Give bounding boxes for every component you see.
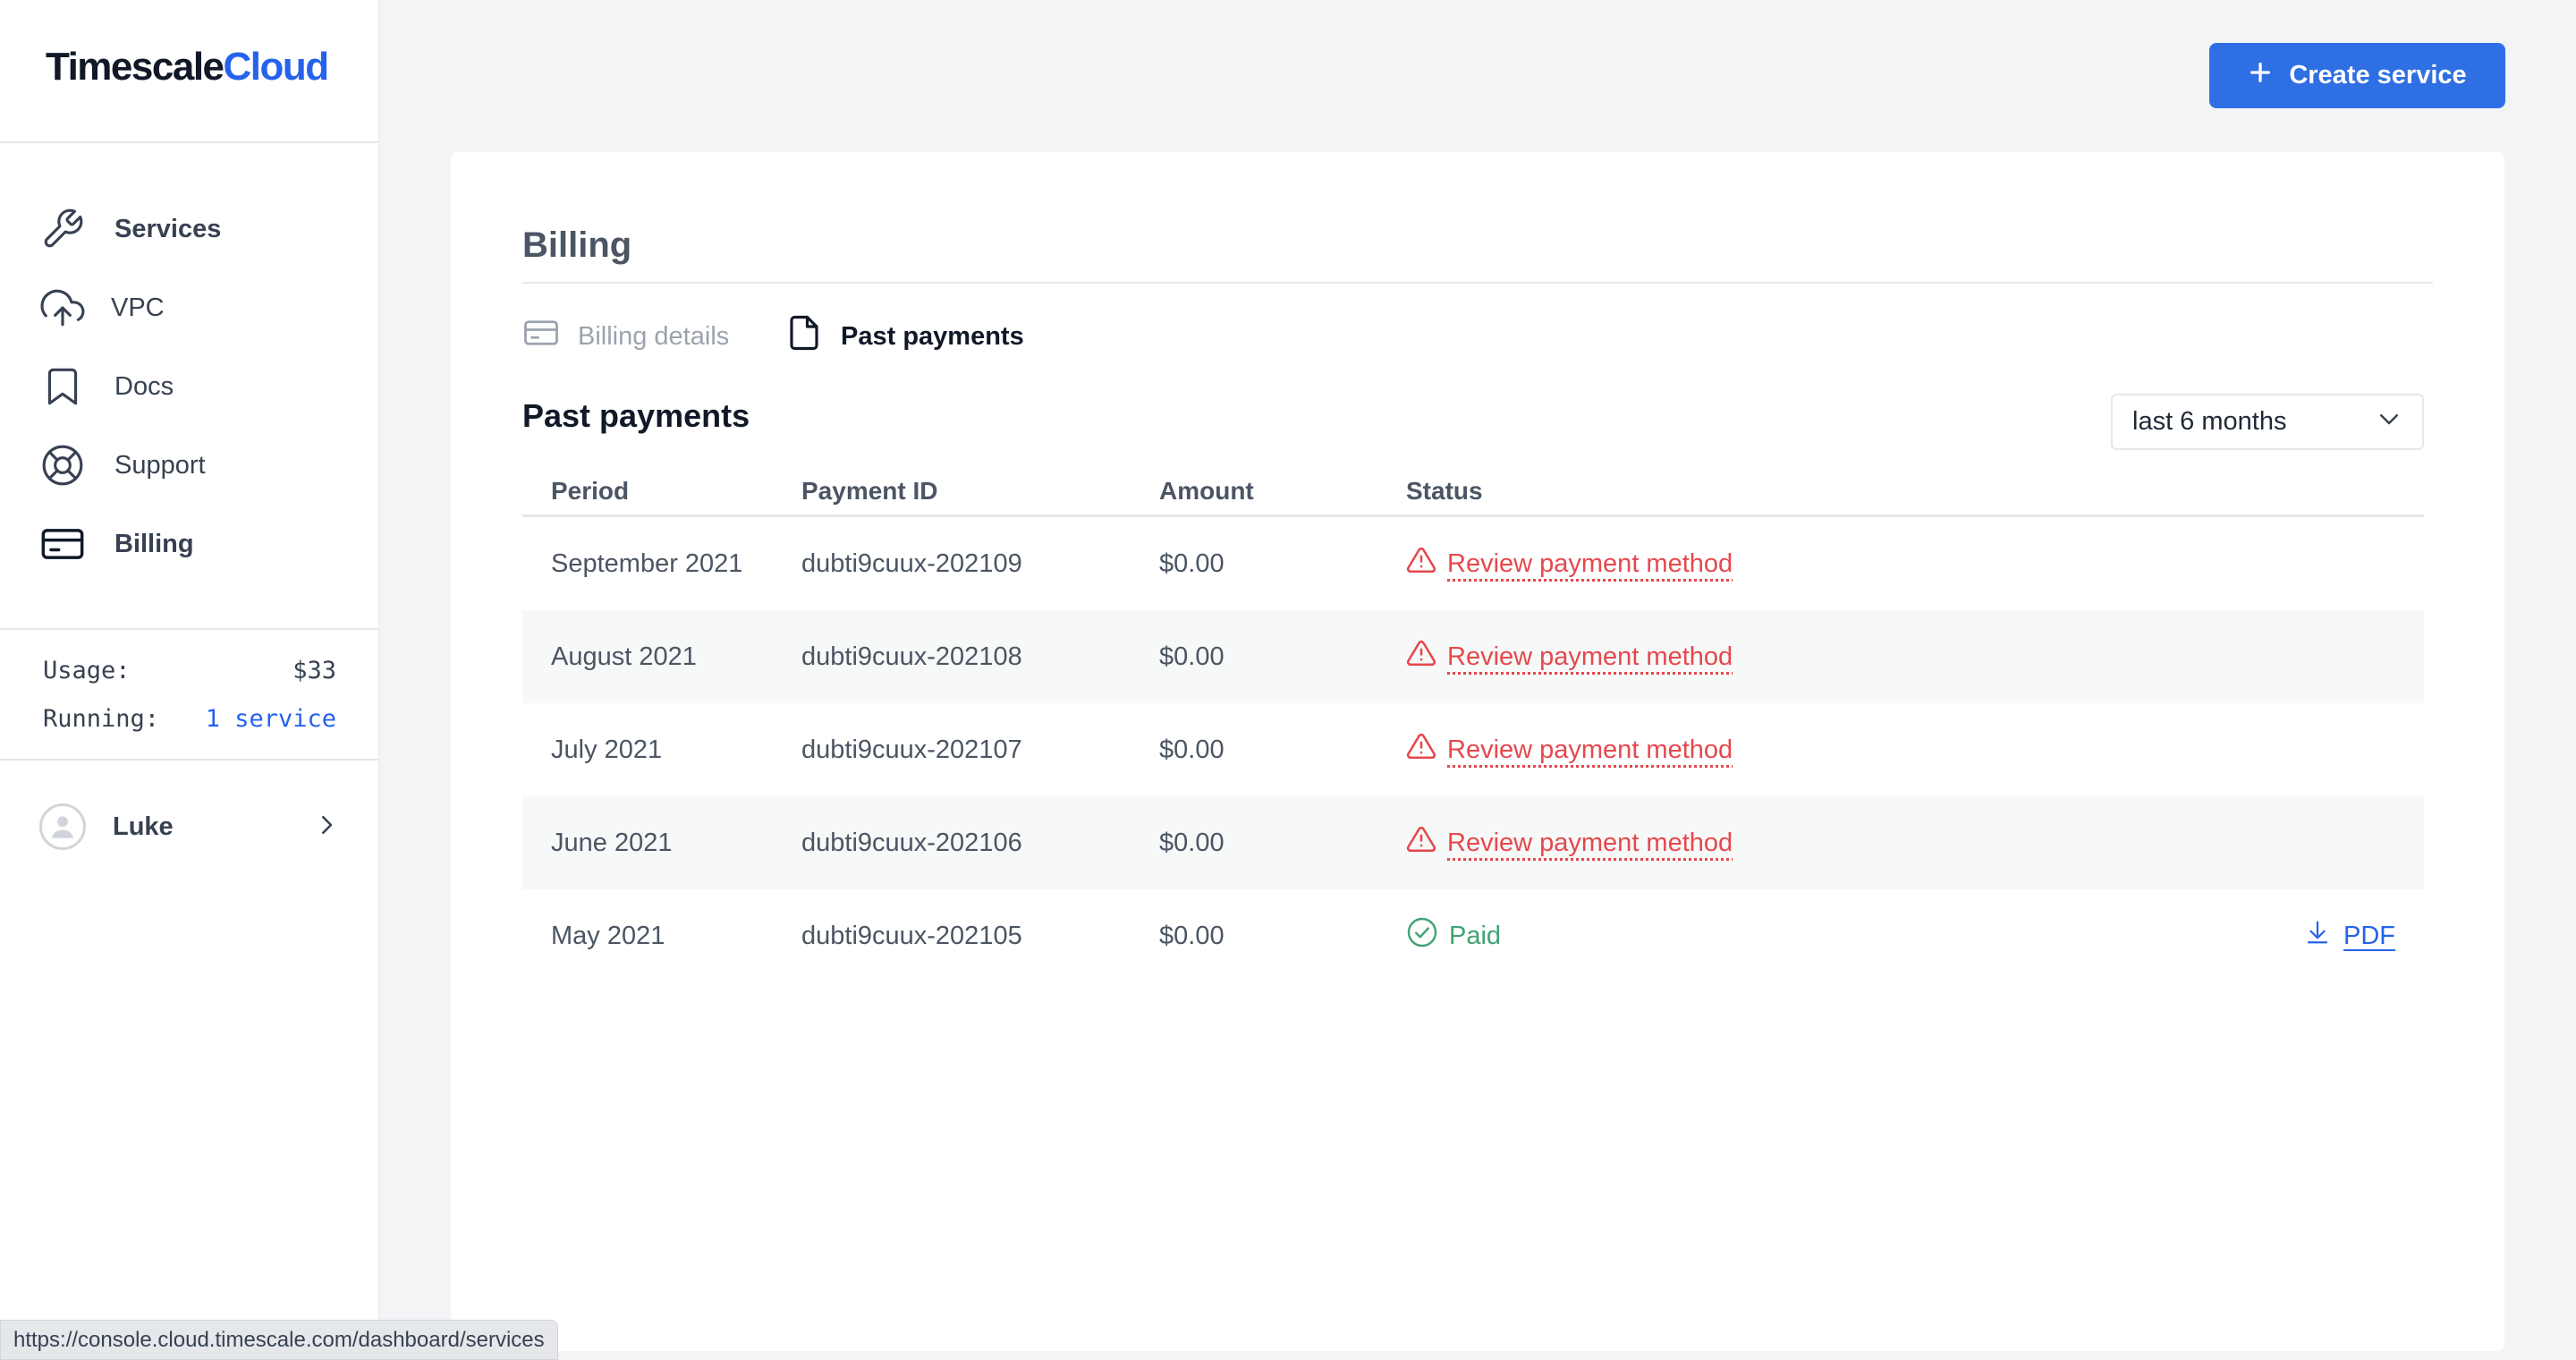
sidebar-item-support[interactable]: Support xyxy=(39,437,343,494)
table-row: September 2021 dubti9cuux-202109 $0.00 R… xyxy=(522,517,2424,610)
table-row: May 2021 dubti9cuux-202105 $0.00 Paid PD… xyxy=(522,889,2424,982)
sidebar: TimescaleCloud Services VPC Docs Support… xyxy=(0,0,379,1360)
cell-period: August 2021 xyxy=(551,642,697,671)
credit-card-icon xyxy=(39,521,86,567)
cell-amount: $0.00 xyxy=(1159,548,1224,578)
status-paid-label: Paid xyxy=(1449,921,1502,950)
cell-amount: $0.00 xyxy=(1159,921,1224,950)
document-icon xyxy=(785,314,823,359)
cell-payment-id: dubti9cuux-202109 xyxy=(801,548,1022,578)
timescale-cloud-logo[interactable]: TimescaleCloud xyxy=(46,45,330,89)
cell-status: Review payment method xyxy=(1406,638,2424,676)
table-row: June 2021 dubti9cuux-202106 $0.00 Review… xyxy=(522,796,2424,889)
download-pdf-link[interactable]: PDF xyxy=(2304,917,2395,955)
create-service-label: Create service xyxy=(2289,61,2467,89)
sidebar-divider xyxy=(0,759,379,761)
select-value: last 6 months xyxy=(2132,407,2287,436)
running-services-link[interactable]: 1 service xyxy=(206,705,336,733)
cell-amount: $0.00 xyxy=(1159,828,1224,857)
tab-label: Billing details xyxy=(578,321,730,351)
review-payment-method-link[interactable]: Review payment method xyxy=(1447,549,1733,579)
warning-triangle-icon xyxy=(1406,824,1436,862)
period-range-select[interactable]: last 6 months xyxy=(2111,394,2424,450)
running-row: Running: 1 service xyxy=(43,705,336,733)
sidebar-item-vpc[interactable]: VPC xyxy=(39,279,343,336)
review-payment-method-link[interactable]: Review payment method xyxy=(1447,735,1733,765)
running-label: Running: xyxy=(43,705,160,733)
user-name: Luke xyxy=(113,812,174,841)
wrench-icon xyxy=(39,206,86,252)
cell-status: Review payment method xyxy=(1406,824,2424,862)
sidebar-item-billing[interactable]: Billing xyxy=(39,515,343,573)
table-header: Period Payment ID Amount Status xyxy=(522,467,2424,517)
warning-triangle-icon xyxy=(1406,545,1436,582)
lifebuoy-icon xyxy=(39,442,86,489)
user-menu[interactable]: Luke xyxy=(39,798,340,855)
usage-label: Usage: xyxy=(43,657,131,684)
sidebar-item-label: VPC xyxy=(111,293,165,322)
cell-amount: $0.00 xyxy=(1159,642,1224,671)
chevron-down-icon xyxy=(2376,405,2402,439)
logo-text-accent: Cloud xyxy=(223,45,330,89)
cell-period: July 2021 xyxy=(551,735,663,764)
sidebar-divider xyxy=(0,141,379,143)
pdf-label: PDF xyxy=(2343,921,2395,950)
warning-triangle-icon xyxy=(1406,731,1436,769)
credit-card-icon xyxy=(522,314,560,359)
status-bar-url: https://console.cloud.timescale.com/dash… xyxy=(0,1320,558,1360)
tab-past-payments[interactable]: Past payments xyxy=(785,311,1024,361)
cloud-upload-icon xyxy=(39,285,86,331)
column-header-period: Period xyxy=(551,476,630,505)
cell-period: June 2021 xyxy=(551,828,673,857)
cell-period: May 2021 xyxy=(551,921,665,950)
logo-text-primary: Timescale xyxy=(46,45,225,89)
chevron-right-icon xyxy=(313,812,340,843)
bookmark-icon xyxy=(39,363,86,410)
tab-billing-details[interactable]: Billing details xyxy=(522,311,729,361)
payments-table: Period Payment ID Amount Status Septembe… xyxy=(522,467,2424,982)
review-payment-method-link[interactable]: Review payment method xyxy=(1447,642,1733,672)
cell-status: Review payment method xyxy=(1406,731,2424,769)
cell-payment-id: dubti9cuux-202108 xyxy=(801,642,1022,671)
user-avatar-icon xyxy=(39,803,86,850)
sidebar-item-label: Services xyxy=(114,214,222,243)
plus-icon xyxy=(2248,60,2273,92)
cell-status: Paid PDF xyxy=(1406,916,2424,956)
tab-label: Past payments xyxy=(841,321,1024,351)
check-circle-icon xyxy=(1406,916,1438,956)
sidebar-item-label: Docs xyxy=(114,371,174,401)
sidebar-item-label: Billing xyxy=(114,529,194,558)
column-header-amount: Amount xyxy=(1159,476,1254,505)
download-icon xyxy=(2304,917,2331,955)
warning-triangle-icon xyxy=(1406,638,1436,676)
column-header-payment-id: Payment ID xyxy=(801,476,938,505)
cell-payment-id: dubti9cuux-202106 xyxy=(801,828,1022,857)
sidebar-divider xyxy=(0,628,379,630)
sidebar-item-services[interactable]: Services xyxy=(39,200,343,258)
page-title: Billing xyxy=(522,225,632,265)
table-row: August 2021 dubti9cuux-202108 $0.00 Revi… xyxy=(522,610,2424,703)
usage-row: Usage: $33 xyxy=(43,657,336,684)
billing-card: Billing Billing details Past payments Pa… xyxy=(451,152,2504,1351)
section-title: Past payments xyxy=(522,397,750,434)
cell-status: Review payment method xyxy=(1406,545,2424,582)
column-header-status: Status xyxy=(1406,476,1483,505)
review-payment-method-link[interactable]: Review payment method xyxy=(1447,829,1733,858)
usage-value: $33 xyxy=(292,657,336,684)
cell-period: September 2021 xyxy=(551,548,743,578)
cell-amount: $0.00 xyxy=(1159,735,1224,764)
sidebar-item-docs[interactable]: Docs xyxy=(39,358,343,415)
sidebar-item-label: Support xyxy=(114,450,206,480)
cell-payment-id: dubti9cuux-202107 xyxy=(801,735,1022,764)
title-divider xyxy=(522,282,2433,284)
table-row: July 2021 dubti9cuux-202107 $0.00 Review… xyxy=(522,703,2424,796)
cell-payment-id: dubti9cuux-202105 xyxy=(801,921,1022,950)
create-service-button[interactable]: Create service xyxy=(2209,43,2505,108)
